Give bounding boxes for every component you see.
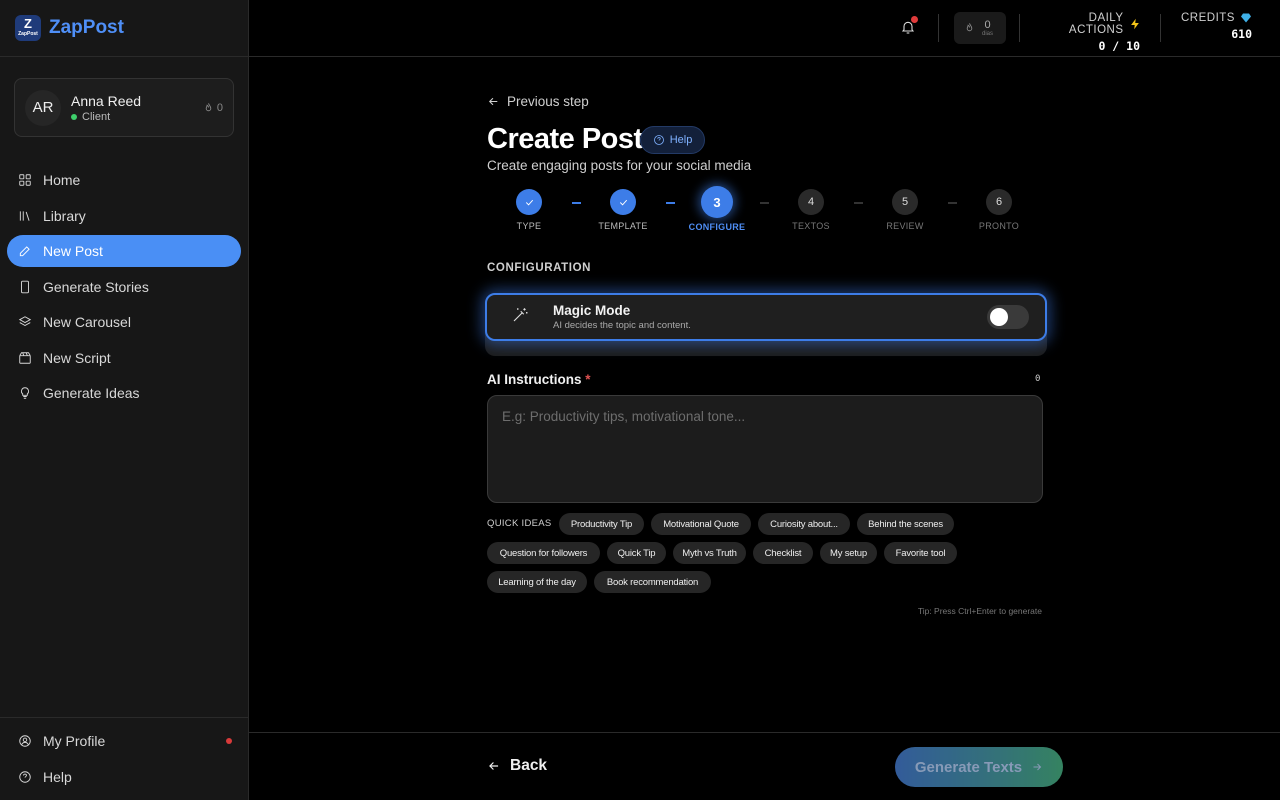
step-textos[interactable]: 4 TEXTOS [771,187,851,231]
quick-idea-chip[interactable]: Question for followers [487,542,600,564]
step-connector [572,202,581,204]
toggle-knob [990,308,1008,326]
arrow-left-icon [488,97,498,106]
credits: CREDITS 610 [1181,12,1252,41]
arrow-left-icon [489,762,499,770]
quick-idea-chip[interactable]: Curiosity about... [758,513,850,535]
divider [938,14,939,42]
sidebar-item-library[interactable]: Library [7,200,241,232]
sidebar-bottom: My Profile Help [0,717,249,800]
magic-mode-card[interactable]: Magic Mode AI decides the topic and cont… [485,293,1047,341]
back-button[interactable]: Back [487,757,547,775]
user-info: Anna Reed Client [71,93,203,123]
divider [1019,14,1020,42]
sidebar-item-help[interactable]: Help [7,761,242,793]
library-icon [18,209,32,223]
check-icon [619,199,627,205]
user-card[interactable]: AR Anna Reed Client 0 [14,78,234,137]
quick-idea-chip[interactable]: Book recommendation [594,571,711,593]
notifications-button[interactable] [900,16,918,35]
generate-texts-button[interactable]: Generate Texts [895,747,1063,787]
magic-mode-title: Magic Mode [553,303,631,318]
step-review[interactable]: 5 REVIEW [865,187,945,231]
stepper: TYPE TEMPLATE 3 CONFIGURE 4 TEXTOS 5 REV… [487,186,1043,237]
online-status-dot [71,113,77,120]
notification-dot [226,738,232,744]
lightbulb-icon [18,386,32,400]
step-connector [760,202,769,204]
sidebar-item-new-script[interactable]: New Script [7,342,241,374]
step-connector [854,202,863,204]
arrow-right-icon [1033,763,1042,771]
configuration-heading: CONFIGURATION [487,262,592,274]
step-type[interactable]: TYPE [489,187,569,231]
quick-idea-chip[interactable]: Favorite tool [884,542,957,564]
help-button[interactable]: Help [640,126,705,154]
sidebar-item-home[interactable]: Home [7,164,241,196]
top-bar: 0 dias DAILY ACTIONS 0 / 10 CREDITS 610 [249,0,1280,57]
quick-idea-chip[interactable]: Productivity Tip [559,513,644,535]
sidebar: Z ZapPost ZapPost AR Anna Reed Client 0 … [0,0,249,800]
user-circle-icon [18,734,32,748]
flame-icon [966,23,973,32]
help-circle-icon [653,135,664,145]
ai-instructions-input[interactable] [487,395,1043,503]
user-name: Anna Reed [71,92,142,109]
page-title: Create Post [487,123,643,155]
sidebar-item-my-profile[interactable]: My Profile [7,725,242,757]
user-role: Client [71,111,203,123]
magic-wand-icon [511,306,529,329]
magic-mode-toggle[interactable] [987,305,1029,329]
quick-idea-chip[interactable]: Behind the scenes [857,513,954,535]
pen-icon [18,244,32,258]
notification-dot [911,16,918,23]
help-circle-icon [18,770,32,784]
previous-step-link[interactable]: Previous step [487,94,589,109]
step-template[interactable]: TEMPLATE [583,187,663,231]
footer-bar: Back Generate Texts [249,732,1280,800]
quick-idea-chip[interactable]: Motivational Quote [651,513,751,535]
magic-mode-description: AI decides the topic and content. [553,320,691,331]
step-pronto[interactable]: 6 PRONTO [959,187,1039,231]
quick-idea-chip[interactable]: My setup [820,542,877,564]
sidebar-item-generate-stories[interactable]: Generate Stories [7,271,241,303]
daily-actions: DAILY ACTIONS 0 / 10 [1068,12,1140,53]
main-nav: Home Library New Post Generate Stories N… [7,164,241,413]
ai-instructions-label: AI Instructions * [487,372,591,387]
quick-idea-chip[interactable]: Myth vs Truth [673,542,746,564]
keyboard-tip: Tip: Press Ctrl+Enter to generate [917,606,1042,616]
grid-icon [18,173,32,187]
quick-ideas-label: QUICK IDEAS [487,518,552,529]
quick-idea-chip[interactable]: Quick Tip [607,542,666,564]
streak-counter[interactable]: 0 dias [954,12,1006,44]
step-connector [666,202,675,204]
divider [1160,14,1161,42]
char-count: 0 [1035,374,1041,384]
sidebar-item-new-carousel[interactable]: New Carousel [7,306,241,338]
main-content: Previous step Create Post Help Create en… [249,57,1280,732]
clapper-icon [18,351,32,365]
flame-icon [205,102,212,111]
diamond-icon [1240,13,1251,23]
brand[interactable]: Z ZapPost ZapPost [0,0,248,57]
step-connector [948,202,957,204]
quick-idea-chip[interactable]: Learning of the day [487,571,587,593]
brand-name: ZapPost [49,17,124,38]
sidebar-item-new-post[interactable]: New Post [7,235,241,267]
layers-icon [18,315,32,329]
check-icon [525,199,533,205]
user-streak: 0 [203,102,223,114]
sidebar-item-generate-ideas[interactable]: Generate Ideas [7,377,241,409]
quick-idea-chip[interactable]: Checklist [753,542,813,564]
brand-logo-icon: Z ZapPost [15,15,41,41]
page-subtitle: Create engaging posts for your social me… [487,158,752,173]
phone-icon [18,280,32,294]
lightning-icon [1130,18,1139,30]
step-configure[interactable]: 3 CONFIGURE [677,186,757,232]
avatar: AR [25,89,61,126]
